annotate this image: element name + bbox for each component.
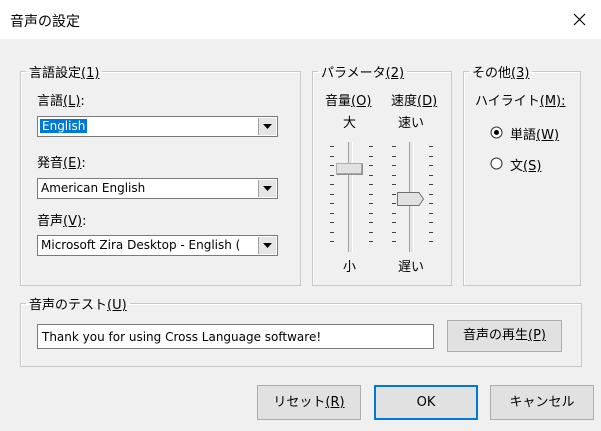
slider-tick xyxy=(369,222,373,223)
highlight-option-sentence-label: 文(S) xyxy=(510,159,542,174)
test-text-input[interactable]: Thank you for using Cross Language softw… xyxy=(37,324,434,349)
voice-select-value: Microsoft Zira Desktop - English ( xyxy=(41,238,241,252)
radio-unselected-icon[interactable] xyxy=(490,157,503,170)
slider-tick xyxy=(330,241,334,242)
slider-tick xyxy=(369,212,373,214)
highlight-option-word-label: 単語(W) xyxy=(510,128,560,143)
slider-tick xyxy=(429,203,433,204)
slider-tick xyxy=(429,184,433,185)
voice-label: 音声(V): xyxy=(37,214,87,229)
slider-tick xyxy=(369,193,373,195)
language-select[interactable]: English xyxy=(37,116,278,137)
other-legend: その他(3) xyxy=(472,66,530,81)
slider-tick xyxy=(429,231,433,233)
highlight-label: ハイライト(M): xyxy=(475,94,566,109)
play-voice-button[interactable]: 音声の再生(P) xyxy=(447,320,562,352)
volume-max-label: 大 xyxy=(343,116,357,131)
slider-tick xyxy=(392,212,396,214)
slider-tick xyxy=(369,174,373,176)
title-bar: 音声の設定 xyxy=(0,0,601,39)
speed-slider-thumb[interactable] xyxy=(397,192,424,206)
ok-button[interactable]: OK xyxy=(374,385,478,420)
volume-label: 音量(O) xyxy=(325,94,372,109)
voice-select[interactable]: Microsoft Zira Desktop - English ( xyxy=(37,235,278,256)
speed-max-label: 速い xyxy=(398,116,425,131)
voice-test-legend: 音声のテスト(U) xyxy=(29,298,127,313)
slider-tick xyxy=(429,165,433,166)
volume-min-label: 小 xyxy=(343,260,357,275)
slider-tick xyxy=(392,241,396,242)
slider-tick xyxy=(429,146,433,147)
slider-tick xyxy=(392,184,396,185)
slider-tick xyxy=(429,174,433,176)
slider-tick xyxy=(330,231,334,233)
reset-button[interactable]: リセット(R) xyxy=(257,385,361,420)
slider-tick xyxy=(330,212,334,214)
slider-tick xyxy=(392,174,396,176)
window-title: 音声の設定 xyxy=(10,14,80,30)
slider-tick xyxy=(429,155,433,157)
slider-tick xyxy=(392,203,396,204)
close-icon xyxy=(573,13,586,26)
language-select-value: English xyxy=(40,119,88,133)
slider-tick xyxy=(330,203,334,204)
slider-tick xyxy=(429,241,433,242)
cancel-button[interactable]: キャンセル xyxy=(490,385,594,420)
pronunciation-dropdown-button[interactable] xyxy=(258,180,276,197)
slider-tick xyxy=(330,155,334,157)
slider-tick xyxy=(392,231,396,233)
slider-tick xyxy=(429,193,433,195)
volume-slider-thumb[interactable] xyxy=(336,163,363,175)
parameters-legend: パラメータ(2) xyxy=(321,66,405,81)
slider-tick xyxy=(392,155,396,157)
slider-tick xyxy=(392,193,396,195)
pronunciation-label: 発音(E): xyxy=(37,156,86,171)
slider-tick xyxy=(330,165,334,166)
slider-tick xyxy=(369,146,373,147)
language-settings-legend: 言語設定(1) xyxy=(29,66,100,81)
pronunciation-select[interactable]: American English xyxy=(37,178,278,199)
radio-selected-icon[interactable] xyxy=(490,126,503,139)
slider-tick xyxy=(369,203,373,204)
slider-tick xyxy=(330,174,334,176)
slider-tick xyxy=(330,146,334,147)
chevron-down-icon xyxy=(263,243,272,248)
slider-tick xyxy=(369,241,373,242)
slider-tick xyxy=(369,231,373,233)
test-text-value: Thank you for using Cross Language softw… xyxy=(42,330,322,344)
voice-dropdown-button[interactable] xyxy=(258,237,276,254)
slider-tick xyxy=(330,184,334,185)
slider-tick xyxy=(369,184,373,185)
slider-tick xyxy=(330,222,334,223)
volume-slider-track xyxy=(348,142,353,252)
speed-label: 速度(D) xyxy=(391,94,438,109)
slider-tick xyxy=(392,165,396,166)
slider-tick xyxy=(429,222,433,223)
language-label: 言語(L): xyxy=(37,94,85,109)
chevron-down-icon xyxy=(263,124,272,129)
close-button[interactable] xyxy=(557,0,601,38)
speed-min-label: 遅い xyxy=(398,260,425,275)
slider-tick xyxy=(429,212,433,214)
slider-tick xyxy=(369,165,373,166)
slider-tick xyxy=(392,146,396,147)
slider-tick xyxy=(392,222,396,223)
slider-tick xyxy=(369,155,373,157)
slider-tick xyxy=(330,193,334,195)
language-dropdown-button[interactable] xyxy=(258,118,276,135)
chevron-down-icon xyxy=(263,186,272,191)
pronunciation-select-value: American English xyxy=(41,181,146,195)
